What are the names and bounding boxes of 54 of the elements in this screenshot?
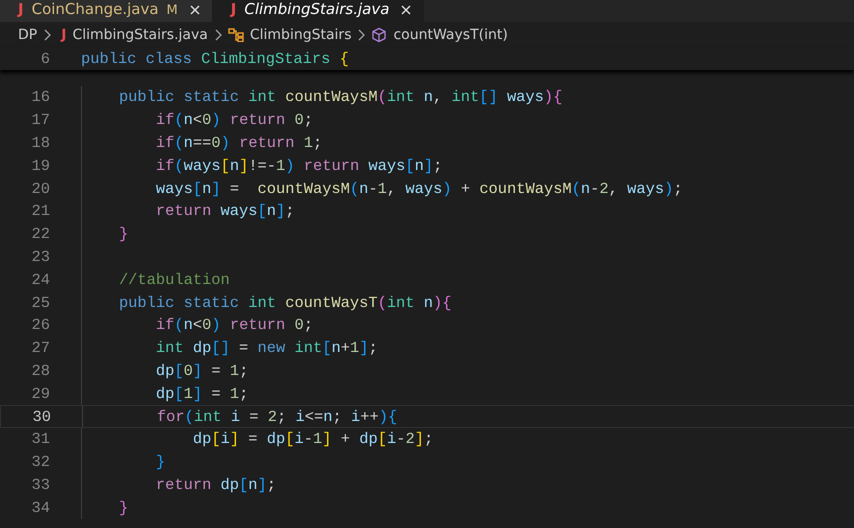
line-number: 26 [30, 316, 50, 334]
chevron-right-icon [214, 29, 222, 41]
code-line: return dp[n]; [154, 476, 276, 494]
chevron-right-icon [357, 29, 366, 41]
line-number: 19 [30, 156, 50, 175]
line-number: 21 [30, 202, 50, 220]
code-line: dp[0] = 1; [154, 362, 248, 380]
code-line: } [118, 498, 128, 517]
code-line: } [118, 225, 128, 244]
code-line: dp[i] = dp[i-1] + dp[i-2]; [192, 430, 434, 448]
code-line: public class ClimbingStairs { [81, 50, 349, 68]
code-line: if(n==0) return 1; [154, 134, 322, 152]
line-number: 34 [30, 498, 50, 517]
editor-tab[interactable]: J ClimbingStairs.java [212, 0, 424, 22]
line-number: 28 [30, 362, 50, 380]
breadcrumb-item[interactable]: countWaysT(int) [393, 27, 508, 43]
breadcrumb-item[interactable]: ClimbingStairs.java [72, 27, 208, 43]
line-number: 30 [32, 408, 51, 426]
line-number: 22 [30, 225, 50, 244]
line-number: 16 [30, 88, 50, 106]
class-icon [228, 28, 244, 42]
code-line: return ways[n]; [154, 202, 294, 220]
close-icon[interactable] [401, 5, 412, 15]
breadcrumb-item[interactable]: DP [18, 27, 38, 43]
code-line: if(ways[n]!=-1) return ways[n]; [154, 156, 442, 175]
code-line: //tabulation [118, 270, 230, 289]
line-number: 17 [30, 111, 50, 130]
line-number: 23 [30, 248, 50, 266]
line-number: 24 [30, 270, 50, 289]
code-line: dp[1] = 1; [154, 384, 248, 403]
modified-label: M [166, 3, 178, 18]
code-line: public static int countWaysT(int n){ [118, 294, 452, 312]
cube-icon [371, 27, 388, 43]
line-number: 18 [30, 134, 50, 152]
close-icon[interactable] [190, 5, 200, 15]
code-line: } [154, 453, 166, 472]
java-file-icon: J [61, 27, 66, 43]
breadcrumb-item[interactable]: ClimbingStairs [250, 27, 352, 43]
code-line: ways[n] = countWaysM(n-1, ways) + countWaysM(n-2, ways); [154, 180, 683, 198]
chevron-right-icon [43, 29, 52, 41]
line-number: 31 [30, 430, 50, 448]
line-number: 25 [30, 294, 50, 312]
line-number: 32 [30, 453, 50, 472]
code-line: int dp[] = new int[n+1]; [154, 339, 378, 358]
line-number: 29 [30, 384, 50, 403]
line-number: 6 [40, 50, 50, 68]
code-line: for(int i = 2; i<=n; i++){ [156, 408, 398, 426]
editor-tab[interactable]: J CoinChange.java M [0, 0, 213, 22]
line-number: 33 [30, 476, 50, 494]
code-line: if(n<0) return 0; [154, 111, 313, 130]
code-line: if(n<0) return 0; [154, 316, 313, 334]
line-number: 20 [30, 180, 50, 198]
code-line: public static int countWaysM(int n, int[] ways){ [118, 88, 562, 106]
line-number: 27 [30, 339, 50, 358]
